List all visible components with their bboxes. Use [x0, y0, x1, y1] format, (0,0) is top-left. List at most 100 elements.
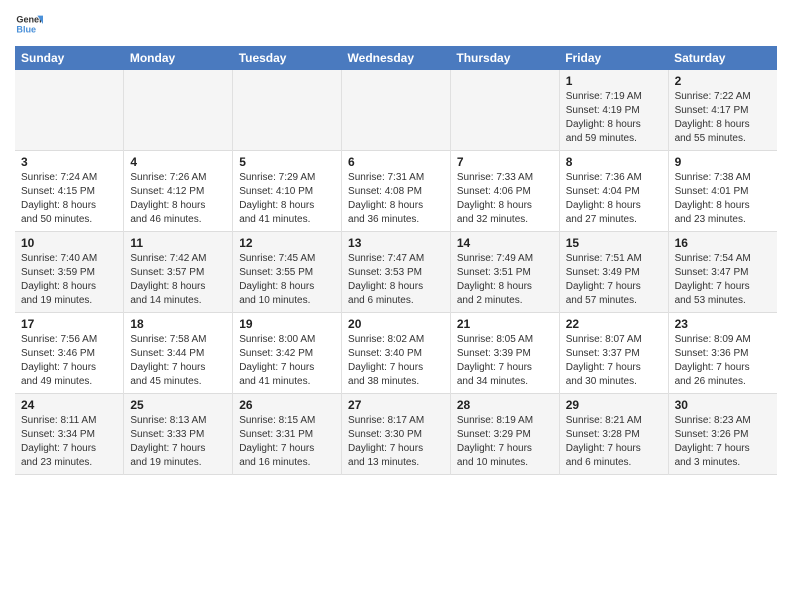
day-info: Sunrise: 8:15 AM Sunset: 3:31 PM Dayligh… [239, 414, 335, 470]
calendar-cell: 29Sunrise: 8:21 AM Sunset: 3:28 PM Dayli… [559, 394, 668, 475]
page-header: General Blue [15, 10, 777, 38]
day-number: 3 [21, 155, 117, 169]
day-info: Sunrise: 7:22 AM Sunset: 4:17 PM Dayligh… [675, 90, 771, 146]
col-header-sunday: Sunday [15, 46, 124, 70]
day-info: Sunrise: 8:23 AM Sunset: 3:26 PM Dayligh… [675, 414, 771, 470]
day-number: 29 [566, 398, 662, 412]
col-header-saturday: Saturday [668, 46, 777, 70]
calendar-cell: 10 Sunrise: 7:40 AM Sunset: 3:59 PM Dayli… [15, 232, 124, 313]
calendar-cell: 18 Sunrise: 7:58 AM Sunset: 3:44 PM Dayli… [124, 313, 233, 394]
calendar-cell [233, 70, 342, 151]
calendar-cell: 20 Sunrise: 8:02 AM Sunset: 3:40 PM Dayli… [342, 313, 451, 394]
day-info: Sunrise: 7:29 AM Sunset: 4:10 PM Dayligh… [239, 171, 335, 227]
calendar-cell: 7 Sunrise: 7:33 AM Sunset: 4:06 PM Daylig… [450, 151, 559, 232]
week-row-2: 3 Sunrise: 7:24 AM Sunset: 4:15 PM Daylig… [15, 151, 777, 232]
day-number: 15 [566, 236, 662, 250]
col-header-wednesday: Wednesday [342, 46, 451, 70]
day-number: 11 [130, 236, 226, 250]
day-info: Sunrise: 8:00 AM Sunset: 3:42 PM Dayligh… [239, 333, 335, 389]
col-header-thursday: Thursday [450, 46, 559, 70]
calendar-cell: 12 Sunrise: 7:45 AM Sunset: 3:55 PM Dayli… [233, 232, 342, 313]
day-info: Sunrise: 7:31 AM Sunset: 4:08 PM Dayligh… [348, 171, 444, 227]
day-info: Sunrise: 8:02 AM Sunset: 3:40 PM Dayligh… [348, 333, 444, 389]
logo-icon: General Blue [15, 10, 43, 38]
calendar-cell: 2 Sunrise: 7:22 AM Sunset: 4:17 PM Daylig… [668, 70, 777, 151]
day-info: Sunrise: 7:56 AM Sunset: 3:46 PM Dayligh… [21, 333, 117, 389]
day-info: Sunrise: 8:05 AM Sunset: 3:39 PM Dayligh… [457, 333, 553, 389]
calendar-cell: 13Sunrise: 7:47 AM Sunset: 3:53 PM Dayli… [342, 232, 451, 313]
calendar-cell [15, 70, 124, 151]
day-info: Sunrise: 7:24 AM Sunset: 4:15 PM Dayligh… [21, 171, 117, 227]
calendar-cell: 11 Sunrise: 7:42 AM Sunset: 3:57 PM Dayli… [124, 232, 233, 313]
day-info: Sunrise: 7:51 AM Sunset: 3:49 PM Dayligh… [566, 252, 662, 308]
day-info: Sunrise: 7:38 AM Sunset: 4:01 PM Dayligh… [675, 171, 771, 227]
day-number: 7 [457, 155, 553, 169]
day-number: 18 [130, 317, 226, 331]
col-header-monday: Monday [124, 46, 233, 70]
week-row-1: 1 Sunrise: 7:19 AM Sunset: 4:19 PM Daylig… [15, 70, 777, 151]
calendar-cell: 23 Sunrise: 8:09 AM Sunset: 3:36 PM Dayli… [668, 313, 777, 394]
calendar-cell [342, 70, 451, 151]
day-number: 9 [675, 155, 771, 169]
day-number: 14 [457, 236, 553, 250]
day-info: Sunrise: 7:54 AM Sunset: 3:47 PM Dayligh… [675, 252, 771, 308]
day-number: 24 [21, 398, 117, 412]
day-number: 5 [239, 155, 335, 169]
day-info: Sunrise: 8:11 AM Sunset: 3:34 PM Dayligh… [21, 414, 117, 470]
calendar-cell: 17Sunrise: 7:56 AM Sunset: 3:46 PM Dayli… [15, 313, 124, 394]
week-row-4: 17Sunrise: 7:56 AM Sunset: 3:46 PM Dayli… [15, 313, 777, 394]
calendar-cell: 16 Sunrise: 7:54 AM Sunset: 3:47 PM Dayli… [668, 232, 777, 313]
week-row-3: 10 Sunrise: 7:40 AM Sunset: 3:59 PM Dayli… [15, 232, 777, 313]
calendar-cell: 21 Sunrise: 8:05 AM Sunset: 3:39 PM Dayli… [450, 313, 559, 394]
day-info: Sunrise: 7:40 AM Sunset: 3:59 PM Dayligh… [21, 252, 117, 308]
day-number: 30 [675, 398, 771, 412]
day-info: Sunrise: 7:19 AM Sunset: 4:19 PM Dayligh… [566, 90, 662, 146]
day-info: Sunrise: 7:49 AM Sunset: 3:51 PM Dayligh… [457, 252, 553, 308]
day-number: 8 [566, 155, 662, 169]
calendar-cell: 3 Sunrise: 7:24 AM Sunset: 4:15 PM Daylig… [15, 151, 124, 232]
calendar-cell: 25Sunrise: 8:13 AM Sunset: 3:33 PM Dayli… [124, 394, 233, 475]
day-number: 12 [239, 236, 335, 250]
day-info: Sunrise: 8:07 AM Sunset: 3:37 PM Dayligh… [566, 333, 662, 389]
day-number: 25 [130, 398, 226, 412]
day-number: 26 [239, 398, 335, 412]
svg-text:Blue: Blue [16, 24, 36, 34]
calendar-cell: 22 Sunrise: 8:07 AM Sunset: 3:37 PM Dayli… [559, 313, 668, 394]
calendar-cell [450, 70, 559, 151]
day-info: Sunrise: 8:17 AM Sunset: 3:30 PM Dayligh… [348, 414, 444, 470]
calendar-table: SundayMondayTuesdayWednesdayThursdayFrid… [15, 46, 777, 475]
calendar-cell: 9 Sunrise: 7:38 AM Sunset: 4:01 PM Daylig… [668, 151, 777, 232]
day-info: Sunrise: 7:45 AM Sunset: 3:55 PM Dayligh… [239, 252, 335, 308]
calendar-cell: 27Sunrise: 8:17 AM Sunset: 3:30 PM Dayli… [342, 394, 451, 475]
col-header-friday: Friday [559, 46, 668, 70]
col-header-tuesday: Tuesday [233, 46, 342, 70]
calendar-cell: 1 Sunrise: 7:19 AM Sunset: 4:19 PM Daylig… [559, 70, 668, 151]
calendar-cell: 15 Sunrise: 7:51 AM Sunset: 3:49 PM Dayli… [559, 232, 668, 313]
calendar-cell: 24 Sunrise: 8:11 AM Sunset: 3:34 PM Dayli… [15, 394, 124, 475]
calendar-cell: 19Sunrise: 8:00 AM Sunset: 3:42 PM Dayli… [233, 313, 342, 394]
calendar-cell: 8Sunrise: 7:36 AM Sunset: 4:04 PM Daylig… [559, 151, 668, 232]
page-container: General Blue SundayMondayTuesdayWednesda… [0, 0, 792, 480]
day-number: 23 [675, 317, 771, 331]
day-info: Sunrise: 8:09 AM Sunset: 3:36 PM Dayligh… [675, 333, 771, 389]
calendar-cell [124, 70, 233, 151]
day-info: Sunrise: 7:42 AM Sunset: 3:57 PM Dayligh… [130, 252, 226, 308]
day-number: 2 [675, 74, 771, 88]
day-number: 10 [21, 236, 117, 250]
calendar-cell: 14 Sunrise: 7:49 AM Sunset: 3:51 PM Dayli… [450, 232, 559, 313]
day-number: 28 [457, 398, 553, 412]
day-info: Sunrise: 7:33 AM Sunset: 4:06 PM Dayligh… [457, 171, 553, 227]
day-number: 22 [566, 317, 662, 331]
day-number: 4 [130, 155, 226, 169]
day-number: 1 [566, 74, 662, 88]
week-row-5: 24 Sunrise: 8:11 AM Sunset: 3:34 PM Dayli… [15, 394, 777, 475]
day-number: 21 [457, 317, 553, 331]
day-number: 6 [348, 155, 444, 169]
calendar-cell: 28Sunrise: 8:19 AM Sunset: 3:29 PM Dayli… [450, 394, 559, 475]
day-number: 16 [675, 236, 771, 250]
logo: General Blue [15, 10, 47, 38]
calendar-cell: 4Sunrise: 7:26 AM Sunset: 4:12 PM Daylig… [124, 151, 233, 232]
day-number: 20 [348, 317, 444, 331]
calendar-cell: 6 Sunrise: 7:31 AM Sunset: 4:08 PM Daylig… [342, 151, 451, 232]
day-info: Sunrise: 7:58 AM Sunset: 3:44 PM Dayligh… [130, 333, 226, 389]
